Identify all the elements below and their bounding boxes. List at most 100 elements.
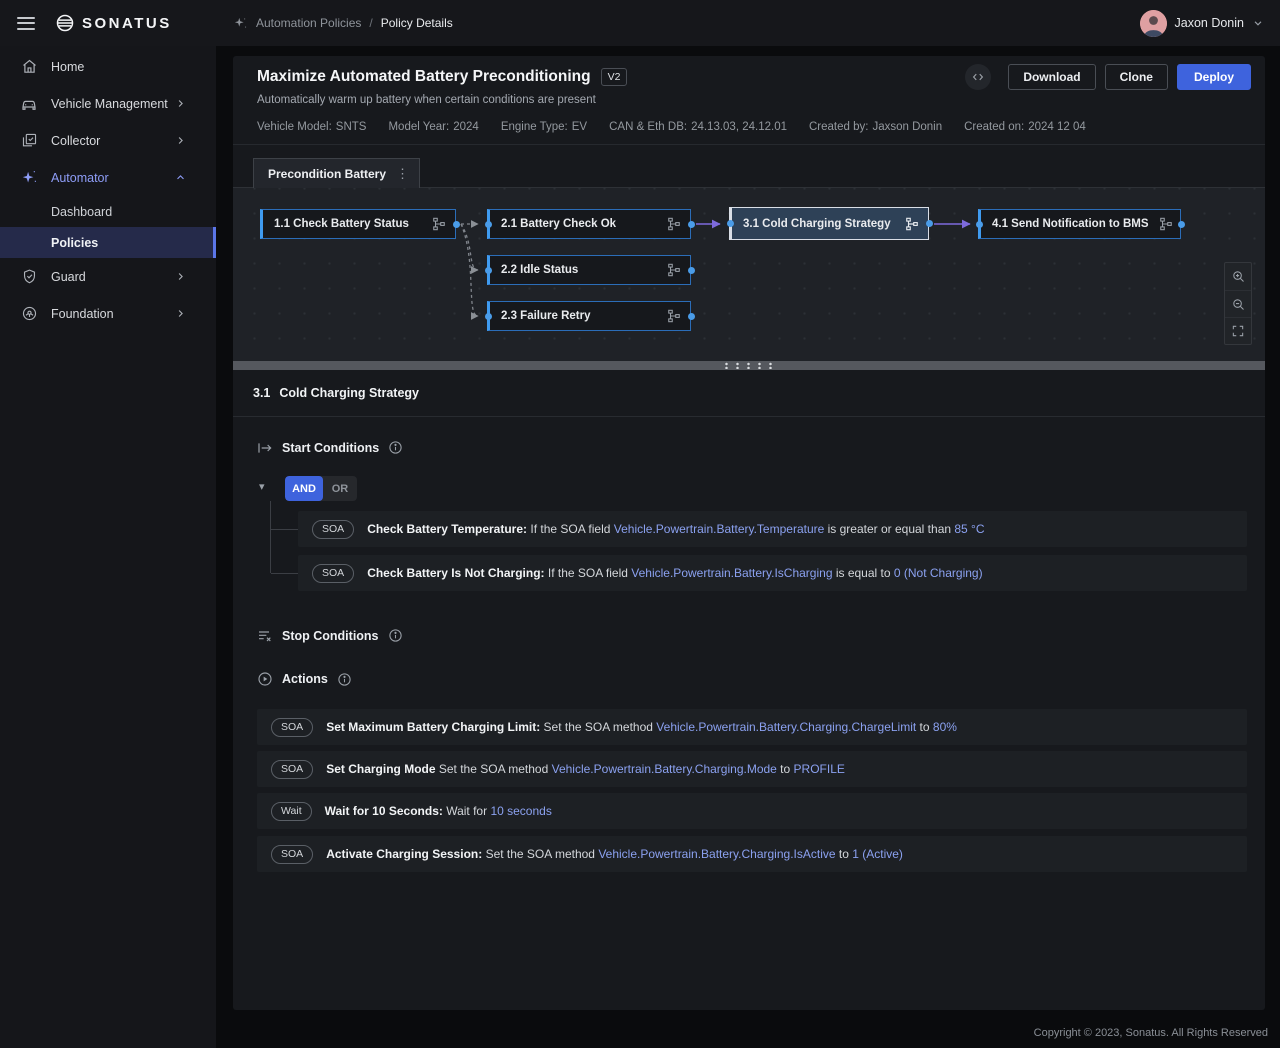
tree-connector — [270, 501, 271, 573]
user-menu[interactable]: Jaxon Donin — [1140, 10, 1265, 37]
menu-icon[interactable] — [17, 17, 35, 30]
and-button[interactable]: AND — [285, 476, 323, 501]
flow-node-2-1[interactable]: 2.1 Battery Check Ok — [487, 209, 691, 239]
action-type-chip: SOA — [271, 845, 313, 864]
top-bar: SONATUS Automation Policies / Policy Det… — [0, 0, 1280, 46]
sparkles-icon — [20, 169, 38, 186]
info-icon[interactable] — [388, 628, 403, 643]
sidebar-item-guard[interactable]: Guard — [0, 258, 216, 295]
sidebar-item-dashboard[interactable]: Dashboard — [0, 196, 216, 227]
action-row[interactable]: SOA Set Charging Mode Set the SOA method… — [257, 751, 1247, 787]
sonatus-globe-icon — [55, 13, 75, 33]
tab-precondition-battery[interactable]: Precondition Battery ⋮ — [253, 158, 420, 188]
action-type-chip: Wait — [271, 802, 312, 821]
meta-created-on: Created on:2024 12 04 — [964, 121, 1086, 133]
collector-icon — [20, 132, 38, 149]
sidebar-item-foundation[interactable]: Foundation — [0, 295, 216, 332]
clone-button[interactable]: Clone — [1105, 64, 1168, 90]
chevron-right-icon — [171, 271, 189, 282]
flow-tab-bar: Precondition Battery ⋮ — [233, 145, 1265, 188]
sitemap-icon[interactable] — [667, 309, 681, 323]
actions-play-icon — [257, 671, 273, 687]
sidebar-item-automator[interactable]: Automator — [0, 159, 216, 196]
tab-menu-icon[interactable]: ⋮ — [396, 166, 409, 182]
flow-node-3-1[interactable]: 3.1 Cold Charging Strategy — [729, 207, 929, 240]
start-conditions-header: Start Conditions — [257, 440, 403, 455]
policy-description: Automatically warm up battery when certa… — [257, 94, 1241, 106]
shield-icon — [20, 268, 38, 285]
page-title: Maximize Automated Battery Preconditioni… — [257, 68, 591, 86]
chevron-right-icon — [171, 308, 189, 319]
brand-logo[interactable]: SONATUS — [55, 13, 172, 33]
avatar — [1140, 10, 1167, 37]
code-view-button[interactable] — [965, 64, 991, 90]
flow-canvas[interactable]: 1.1 Check Battery Status 2.1 Battery Che… — [233, 188, 1265, 361]
sidebar-item-home[interactable]: Home — [0, 48, 216, 85]
start-conditions-icon — [257, 441, 273, 455]
policy-meta: Vehicle Model:SNTS Model Year:2024 Engin… — [257, 121, 1241, 133]
flow-node-2-2[interactable]: 2.2 Idle Status — [487, 255, 691, 285]
meta-created-by: Created by:Jaxson Donin — [809, 121, 942, 133]
flow-node-4-1[interactable]: 4.1 Send Notification to BMS — [978, 209, 1181, 239]
meta-engine-type: Engine Type:EV — [501, 121, 587, 133]
version-badge: V2 — [601, 68, 628, 86]
sidebar-item-label: Dashboard — [51, 205, 216, 219]
breadcrumb-current: Policy Details — [381, 16, 453, 30]
condition-row[interactable]: SOA Check Battery Temperature: If the SO… — [298, 511, 1247, 547]
zoom-out-icon[interactable] — [1225, 290, 1251, 317]
sidebar-item-label: Policies — [51, 236, 213, 250]
sitemap-icon[interactable] — [905, 217, 919, 231]
collapse-caret-icon[interactable]: ▾ — [259, 480, 265, 493]
brand-name: SONATUS — [82, 15, 172, 32]
or-button[interactable]: OR — [323, 476, 357, 501]
action-row[interactable]: SOA Activate Charging Session: Set the S… — [257, 836, 1247, 872]
info-icon[interactable] — [388, 440, 403, 455]
tree-connector — [271, 529, 298, 530]
user-name: Jaxon Donin — [1175, 16, 1245, 30]
stop-conditions-header: Stop Conditions — [257, 628, 403, 643]
sidebar-item-collector[interactable]: Collector — [0, 122, 216, 159]
policy-header: Maximize Automated Battery Preconditioni… — [233, 56, 1265, 145]
action-type-chip: SOA — [271, 718, 313, 737]
condition-row[interactable]: SOA Check Battery Is Not Charging: If th… — [298, 555, 1247, 591]
action-row[interactable]: Wait Wait for 10 Seconds: Wait for 10 se… — [257, 793, 1247, 829]
meta-model-year: Model Year:2024 — [388, 121, 478, 133]
zoom-in-icon[interactable] — [1225, 263, 1251, 290]
copyright-text: Copyright © 2023, Sonatus. All Rights Re… — [1034, 1027, 1268, 1039]
sidebar-item-vehicle-management[interactable]: Vehicle Management — [0, 85, 216, 122]
action-row[interactable]: SOA Set Maximum Battery Charging Limit: … — [257, 709, 1247, 745]
stop-conditions-icon — [257, 629, 273, 643]
download-button[interactable]: Download — [1008, 64, 1095, 90]
sidebar-item-label: Guard — [51, 270, 171, 284]
sparkle-icon — [233, 16, 248, 31]
actions-header: Actions — [257, 671, 352, 687]
panel-resize-handle[interactable] — [233, 361, 1265, 370]
breadcrumb-parent[interactable]: Automation Policies — [256, 16, 361, 30]
flow-node-1-1[interactable]: 1.1 Check Battery Status — [260, 209, 456, 239]
action-type-chip: SOA — [271, 760, 313, 779]
deploy-button[interactable]: Deploy — [1177, 64, 1251, 90]
sitemap-icon[interactable] — [432, 217, 446, 231]
sidebar-item-label: Collector — [51, 134, 171, 148]
flow-section: Precondition Battery ⋮ 1.1 — [233, 145, 1265, 361]
drag-dots-icon — [721, 362, 777, 369]
chevron-right-icon — [171, 135, 189, 146]
sidebar-item-label: Automator — [51, 171, 171, 185]
flow-node-2-3[interactable]: 2.3 Failure Retry — [487, 301, 691, 331]
condition-type-chip: SOA — [312, 564, 354, 583]
sitemap-icon[interactable] — [667, 263, 681, 277]
home-icon — [20, 58, 38, 75]
chevron-right-icon — [171, 98, 189, 109]
operator-toggle: AND OR — [285, 476, 357, 501]
car-icon — [20, 95, 38, 113]
info-icon[interactable] — [337, 672, 352, 687]
breadcrumb-separator: / — [369, 16, 372, 30]
condition-type-chip: SOA — [312, 520, 354, 539]
canvas-controls — [1224, 262, 1252, 345]
sitemap-icon[interactable] — [667, 217, 681, 231]
fit-view-icon[interactable] — [1225, 317, 1251, 344]
sidebar-item-policies[interactable]: Policies — [0, 227, 216, 258]
details-heading: 3.1 Cold Charging Strategy — [233, 370, 1265, 417]
node-details-panel: 3.1 Cold Charging Strategy Start Conditi… — [233, 370, 1265, 1010]
sitemap-icon[interactable] — [1159, 217, 1173, 231]
